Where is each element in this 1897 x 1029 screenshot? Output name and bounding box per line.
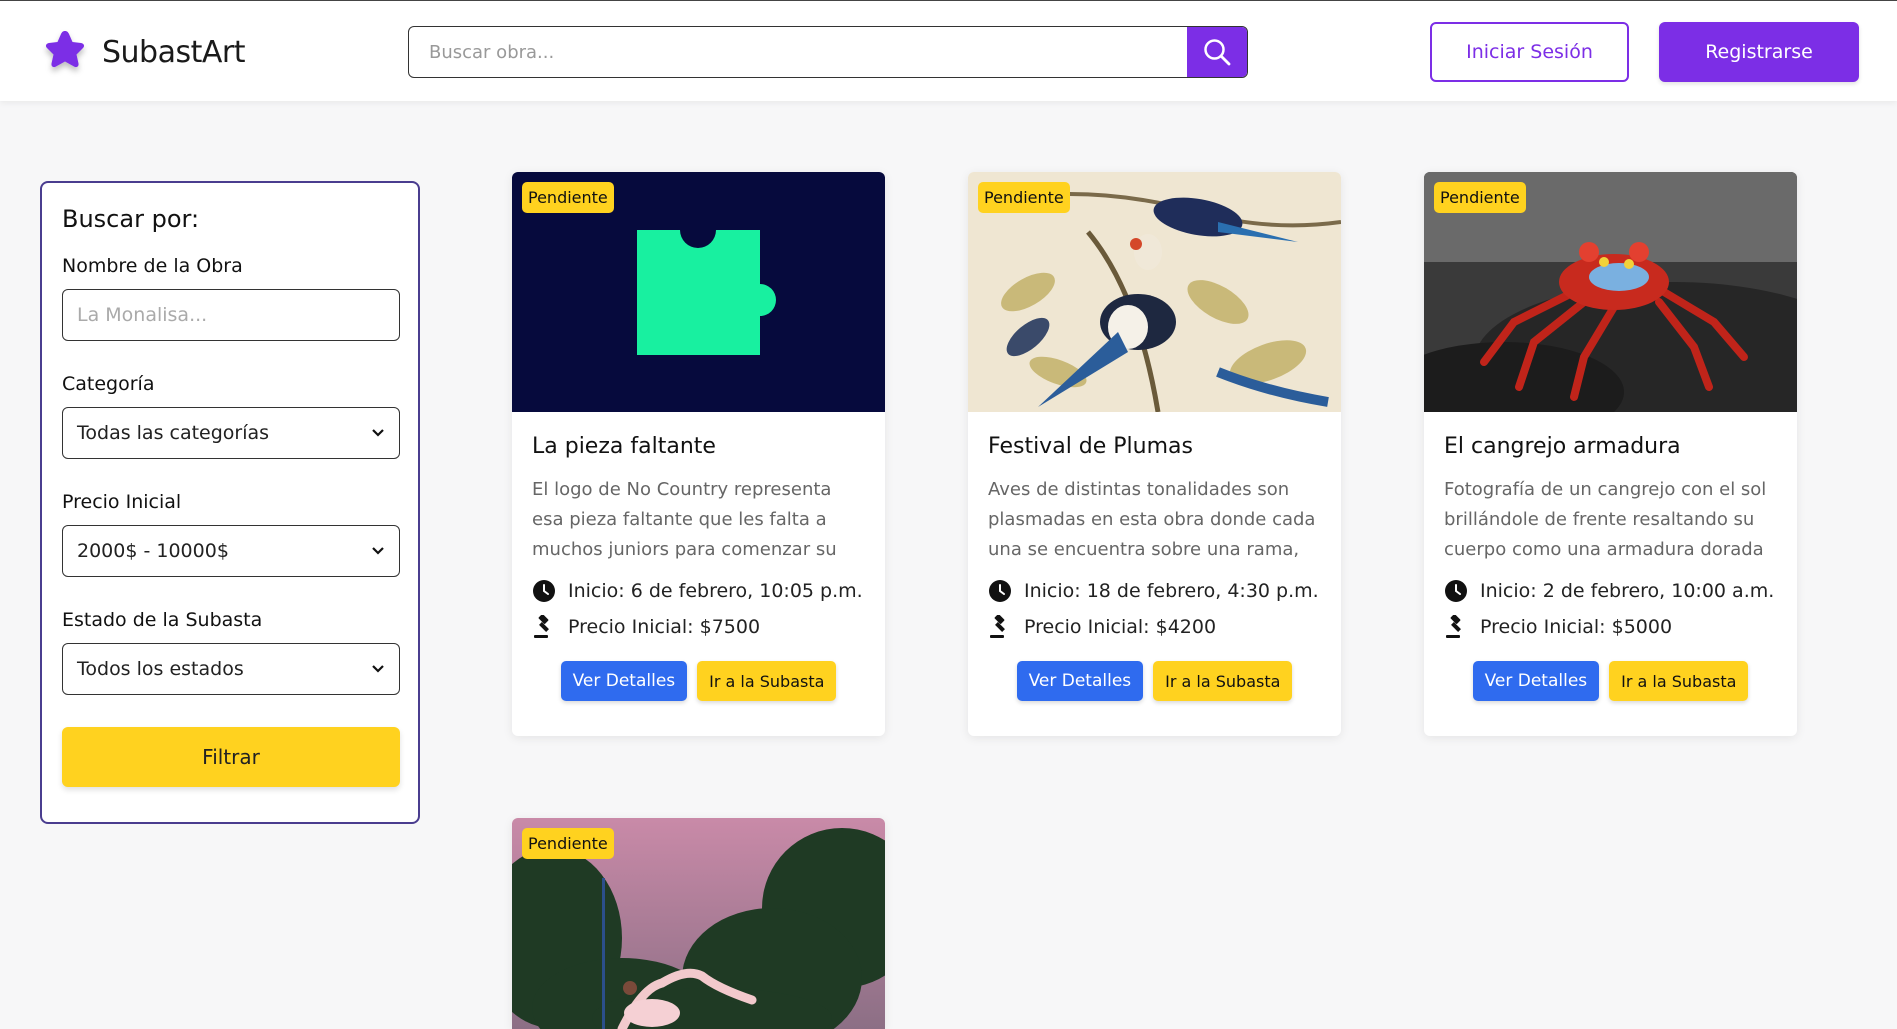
details-button[interactable]: Ver Detalles [1472, 661, 1600, 701]
name-label: Nombre de la Obra [62, 255, 243, 277]
start-price: Precio Inicial: $5000 [1444, 615, 1777, 639]
start-date-text: Inicio: 18 de febrero, 4:30 p.m. [1024, 580, 1319, 602]
start-price: Precio Inicial: $4200 [988, 615, 1321, 639]
star-logo-icon [45, 31, 85, 68]
chevron-down-icon [372, 665, 384, 673]
filter-title: Buscar por: [62, 205, 200, 233]
filter-panel: Buscar por: Nombre de la Obra Categoría … [40, 181, 420, 824]
artwork-image[interactable]: Pendiente [512, 818, 885, 1029]
clock-icon [533, 580, 555, 602]
status-select[interactable]: Todos los estados [62, 643, 400, 695]
login-button[interactable]: Iniciar Sesión [1430, 22, 1629, 82]
search-bar [408, 26, 1248, 78]
clock-icon [989, 580, 1011, 602]
category-select[interactable]: Todas las categorías [62, 407, 400, 459]
start-price: Precio Inicial: $7500 [532, 615, 865, 639]
status-badge: Pendiente [1434, 182, 1526, 213]
price-select-value: 2000$ - 10000$ [77, 540, 229, 562]
start-price-text: Precio Inicial: $5000 [1480, 616, 1673, 638]
card-description: El logo de No Country representa esa pie… [532, 479, 837, 560]
details-button[interactable]: Ver Detalles [1016, 661, 1144, 701]
auction-card: Pendiente [512, 818, 885, 1029]
card-title: La pieza faltante [532, 434, 716, 459]
status-badge: Pendiente [522, 182, 614, 213]
status-select-value: Todos los estados [77, 658, 244, 680]
card-title: Festival de Plumas [988, 434, 1193, 459]
auction-card: Pendiente Festival de Plumas Aves de dis… [968, 172, 1341, 736]
gavel-icon [990, 615, 1005, 638]
status-badge: Pendiente [978, 182, 1070, 213]
start-date: Inicio: 6 de febrero, 10:05 p.m. [532, 579, 865, 603]
status-label: Estado de la Subasta [62, 609, 263, 631]
top-navbar: SubastArt Iniciar Sesión Registrarse [0, 0, 1897, 101]
card-title: El cangrejo armadura [1444, 434, 1681, 459]
go-to-auction-button[interactable]: Ir a la Subasta [697, 661, 837, 701]
start-date-text: Inicio: 6 de febrero, 10:05 p.m. [568, 580, 863, 602]
clock-icon [1445, 580, 1467, 602]
artwork-image[interactable]: Pendiente [512, 172, 885, 412]
brand-name: SubastArt [102, 34, 246, 70]
start-price-text: Precio Inicial: $7500 [568, 616, 761, 638]
card-description: Fotografía de un cangrejo con el sol bri… [1444, 479, 1767, 560]
start-date: Inicio: 18 de febrero, 4:30 p.m. [988, 579, 1321, 603]
start-price-text: Precio Inicial: $4200 [1024, 616, 1217, 638]
register-button[interactable]: Registrarse [1659, 22, 1859, 82]
chevron-down-icon [372, 547, 384, 555]
brand-logo[interactable]: SubastArt [40, 27, 246, 77]
auction-card: Pendiente La pieza faltante El logo de N… [512, 172, 885, 736]
price-select[interactable]: 2000$ - 10000$ [62, 525, 400, 577]
price-label: Precio Inicial [62, 491, 182, 513]
status-badge: Pendiente [522, 828, 614, 859]
go-to-auction-button[interactable]: Ir a la Subasta [1153, 661, 1293, 701]
details-button[interactable]: Ver Detalles [560, 661, 688, 701]
category-label: Categoría [62, 373, 155, 395]
search-button[interactable] [1187, 27, 1247, 77]
gavel-icon [534, 615, 549, 638]
go-to-auction-button[interactable]: Ir a la Subasta [1609, 661, 1749, 701]
chevron-down-icon [372, 429, 384, 437]
search-icon [1204, 39, 1231, 66]
artwork-image[interactable]: Pendiente [1424, 172, 1797, 412]
gavel-icon [1446, 615, 1461, 638]
start-date: Inicio: 2 de febrero, 10:00 a.m. [1444, 579, 1777, 603]
category-select-value: Todas las categorías [77, 422, 270, 444]
search-input[interactable] [409, 27, 1187, 77]
filter-button[interactable]: Filtrar [62, 727, 400, 787]
artwork-image[interactable]: Pendiente [968, 172, 1341, 412]
card-description: Aves de distintas tonalidades son plasma… [988, 479, 1316, 560]
artwork-name-input[interactable] [62, 289, 400, 341]
start-date-text: Inicio: 2 de febrero, 10:00 a.m. [1480, 580, 1775, 602]
auction-card: Pendiente El cangrejo armadura Fotografí… [1424, 172, 1797, 736]
